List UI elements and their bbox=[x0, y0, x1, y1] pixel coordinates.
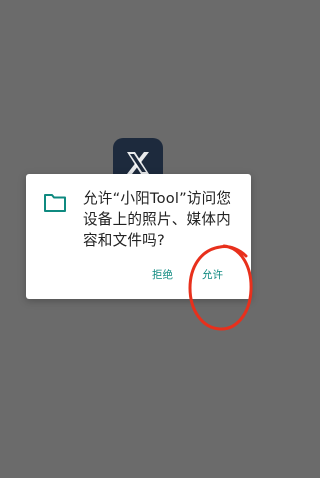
permission-dialog: 允许“小阳Tool”访问您设备上的照片、媒体内容和文件吗? 拒绝 允许 bbox=[26, 174, 251, 299]
allow-button[interactable]: 允许 bbox=[202, 268, 223, 282]
folder-icon bbox=[44, 194, 66, 212]
dialog-message: 允许“小阳Tool”访问您设备上的照片、媒体内容和文件吗? bbox=[83, 190, 232, 249]
deny-button[interactable]: 拒绝 bbox=[152, 268, 173, 282]
